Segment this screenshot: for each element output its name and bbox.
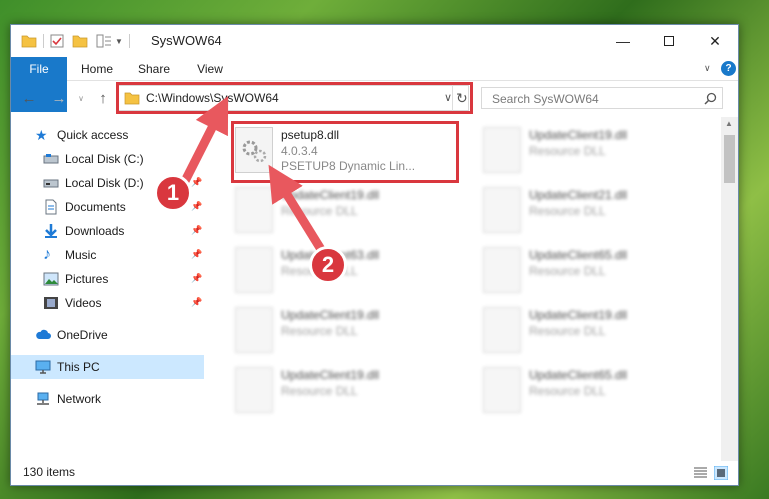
callout-two: 2 <box>309 246 347 284</box>
callout-one: 1 <box>154 174 192 212</box>
callout-arrows <box>178 95 326 254</box>
